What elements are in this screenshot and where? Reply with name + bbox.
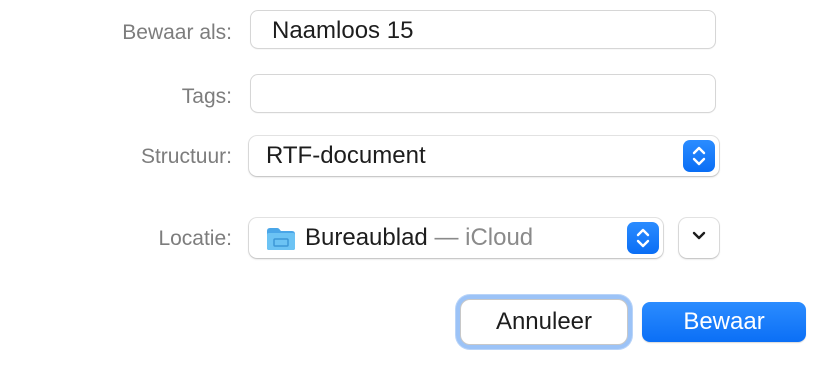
location-service: iCloud: [465, 224, 534, 251]
location-value: Bureaublad — iCloud: [305, 225, 533, 251]
up-down-chevron-icon: [627, 222, 659, 254]
location-folder: Bureaublad: [305, 224, 428, 251]
format-label: Structuur:: [140, 145, 232, 168]
folder-icon: [266, 227, 296, 251]
up-down-chevron-icon: [683, 140, 715, 172]
chevron-down-icon: [691, 229, 707, 247]
format-popup[interactable]: RTF-document: [249, 136, 719, 176]
save-as-value: Naamloos 15: [272, 17, 414, 44]
save-as-label: Bewaar als:: [122, 21, 232, 44]
cancel-button[interactable]: Annuleer: [460, 299, 628, 345]
save-as-field[interactable]: Naamloos 15: [250, 10, 716, 49]
location-separator: —: [434, 224, 459, 251]
location-label: Locatie:: [158, 227, 232, 250]
expand-button[interactable]: [679, 218, 719, 258]
save-button[interactable]: Bewaar: [642, 302, 806, 342]
format-value: RTF-document: [266, 142, 426, 169]
location-popup[interactable]: Bureaublad — iCloud: [249, 218, 663, 258]
tags-field[interactable]: [250, 74, 716, 113]
tags-label: Tags:: [181, 85, 232, 108]
save-dialog: Bewaar als: Naamloos 15 Tags: Structuur:…: [0, 0, 826, 374]
